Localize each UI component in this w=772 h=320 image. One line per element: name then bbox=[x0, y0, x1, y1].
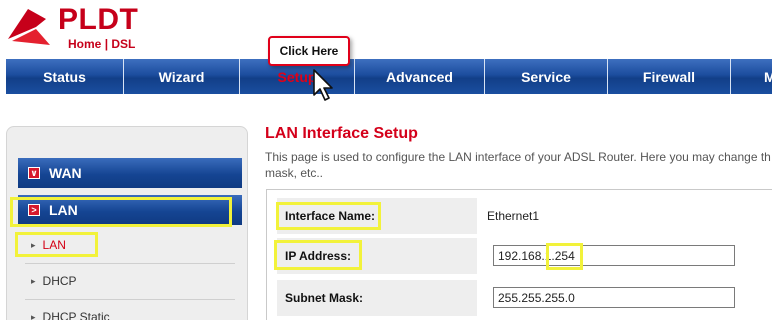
sidebar-subitem-dhcp-static[interactable]: ▸ DHCP Static bbox=[31, 310, 110, 320]
highlight-ip-last-octet bbox=[546, 243, 583, 270]
sidebar-item-wan[interactable]: ∨ WAN bbox=[18, 158, 242, 188]
highlight-ip-address bbox=[274, 240, 362, 270]
mouse-cursor-icon bbox=[313, 69, 333, 101]
nav-service[interactable]: Service bbox=[485, 59, 608, 94]
page-title: LAN Interface Setup bbox=[265, 125, 418, 142]
highlight-interface-name bbox=[276, 202, 381, 230]
sidebar-subitem-dhcp[interactable]: ▸ DHCP bbox=[31, 274, 77, 288]
divider bbox=[25, 263, 235, 264]
arrow-right-icon: ▸ bbox=[31, 275, 36, 286]
highlight-lan-menu bbox=[10, 197, 232, 227]
logo-subtitle: Home | DSL bbox=[68, 37, 135, 51]
nav-status[interactable]: Status bbox=[6, 59, 124, 94]
arrow-right-icon: ▸ bbox=[31, 311, 36, 320]
top-nav: Status Wizard Setup Advanced Service Fir… bbox=[6, 59, 772, 94]
click-here-callout: Click Here bbox=[268, 36, 350, 66]
pldt-logo: PLDT Home | DSL bbox=[6, 3, 156, 55]
nav-wizard[interactable]: Wizard bbox=[124, 59, 240, 94]
logo-sub-separator: | bbox=[104, 37, 109, 51]
subnet-mask-label: Subnet Mask: bbox=[277, 280, 477, 316]
nav-firewall[interactable]: Firewall bbox=[608, 59, 731, 94]
logo-sub-home: Home bbox=[68, 37, 102, 51]
sidebar-subitem-label: DHCP bbox=[42, 274, 77, 288]
logo-text: PLDT bbox=[58, 3, 139, 36]
pldt-logo-mark-icon bbox=[8, 9, 50, 45]
nav-more[interactable]: M bbox=[731, 59, 772, 94]
logo-sub-dsl: DSL bbox=[111, 37, 136, 51]
sidebar-item-label: WAN bbox=[49, 165, 82, 181]
divider bbox=[25, 299, 235, 300]
interface-name-value: Ethernet1 bbox=[487, 209, 540, 223]
collapse-icon: ∨ bbox=[28, 167, 40, 179]
sidebar-subitem-label: DHCP Static bbox=[42, 310, 110, 320]
subnet-mask-input[interactable]: 255.255.255.0 bbox=[493, 287, 735, 308]
nav-advanced[interactable]: Advanced bbox=[355, 59, 485, 94]
ip-address-input[interactable]: 192.168.1.254 bbox=[493, 245, 735, 266]
highlight-lan-subitem bbox=[15, 232, 98, 257]
page-description: This page is used to configure the LAN i… bbox=[265, 150, 771, 180]
